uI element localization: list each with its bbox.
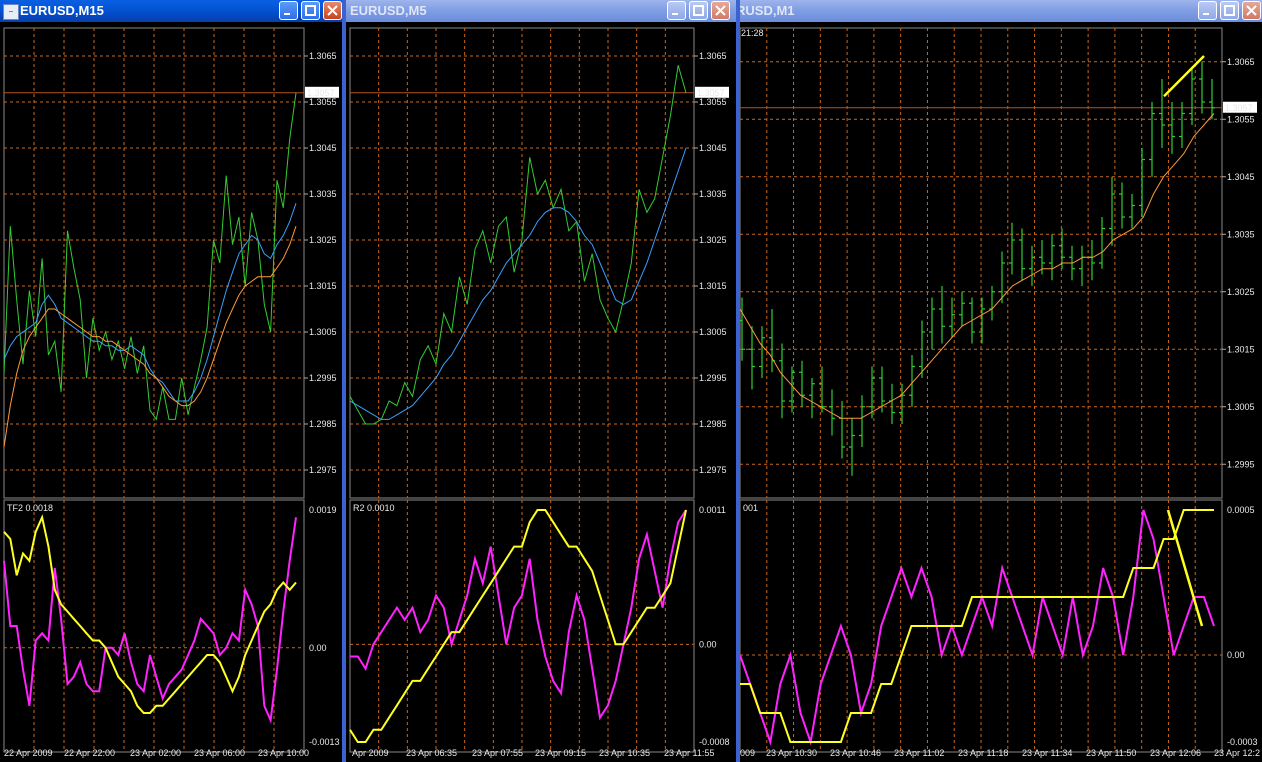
- indicator-name-label: TF2 0.0018: [7, 503, 53, 513]
- time-axis-label: 23 Apr 07:55: [472, 748, 523, 758]
- price-series-line: [3, 226, 297, 448]
- price-axis-label: 1.2985: [309, 419, 337, 429]
- window-titlebar[interactable]: RUSD,M1: [736, 0, 1262, 22]
- indicator-axis-label: 0.00: [309, 643, 327, 653]
- time-axis-label: 23 Apr 12:2: [1214, 748, 1260, 758]
- price-axis-label: 1.2985: [699, 419, 727, 429]
- close-button[interactable]: [323, 1, 342, 20]
- minimize-button[interactable]: [279, 1, 298, 20]
- price-axis-label: 1.3005: [699, 327, 727, 337]
- indicator-name-label: 001: [743, 503, 758, 513]
- price-axis-label: 1.3045: [699, 143, 727, 153]
- chart-area[interactable]: 1.3065 1.3055 1.3045 1.3035 1.3025 1.3015 1.30…: [0, 22, 346, 762]
- time-axis-label: 009: [740, 748, 755, 758]
- time-axis-label: 23 Apr 10:00: [258, 748, 309, 758]
- indicator-axis-label: -0.0013: [309, 737, 340, 747]
- indicator-series-line: [3, 514, 297, 714]
- price-series-line: [349, 147, 687, 420]
- price-axis-label: 1.2995: [699, 373, 727, 383]
- price-axis-label: 1.2995: [309, 373, 337, 383]
- chart-window-eurusd-m15[interactable]: ~ EURUSD,M15 1.3065 1.3055 1.3045 1.3035 1.3…: [0, 0, 346, 762]
- chart-area[interactable]: 1.3065 1.3055 1.3045 1.3035 1.3025 1.3015 1.30…: [346, 22, 736, 762]
- maximize-button[interactable]: [689, 1, 708, 20]
- time-axis-label: 23 Apr 02:00: [130, 748, 181, 758]
- maximize-button[interactable]: [1220, 1, 1239, 20]
- price-axis-label: 1.2975: [699, 465, 727, 475]
- time-axis-label: 23 Apr 11:02: [894, 748, 944, 758]
- price-axis-label: 1.3045: [1227, 172, 1255, 182]
- price-axis-label: 1.3025: [699, 235, 727, 245]
- price-axis-label: 1.3015: [1227, 344, 1255, 354]
- chart-window-eurusd-m1[interactable]: RUSD,M1 1.3065 1.3055 1.3045 1.3035 1.3025 1.…: [736, 0, 1262, 762]
- price-axis-label: 1.3005: [309, 327, 337, 337]
- current-price-label: 1.3057: [1225, 103, 1253, 113]
- trendline-indicator: [1166, 509, 1204, 627]
- price-axis-label: 1.3025: [309, 235, 337, 245]
- window-title: EURUSD,M5: [350, 3, 427, 18]
- price-series-line: [3, 203, 297, 402]
- window-titlebar[interactable]: ~ EURUSD,M15: [0, 0, 346, 22]
- price-axis-label: 1.3065: [309, 51, 337, 61]
- minimize-button[interactable]: [1198, 1, 1217, 20]
- time-axis-label: 23 Apr 10:35: [599, 748, 650, 758]
- time-axis-label: 22 Apr 22:00: [64, 748, 115, 758]
- minimize-button[interactable]: [667, 1, 686, 20]
- indicator-axis-label: 0.0019: [309, 505, 337, 515]
- window-title: EURUSD,M15: [20, 3, 104, 18]
- price-axis-label: 1.3055: [1227, 114, 1255, 124]
- time-axis-label: 23 Apr 11:18: [958, 748, 1008, 758]
- time-axis-label: 23 Apr 09:15: [535, 748, 586, 758]
- window-title: RUSD,M1: [736, 3, 795, 18]
- indicator-axis-label: 0.00: [699, 639, 717, 649]
- current-price-label: 1.3057: [697, 88, 725, 98]
- price-series-line: [3, 92, 297, 421]
- price-axis-label: 1.3015: [309, 281, 337, 291]
- chart-area[interactable]: 1.3065 1.3055 1.3045 1.3035 1.3025 1.3015 1.30…: [736, 22, 1262, 762]
- time-corner-label: 21:28: [741, 28, 764, 38]
- indicator-name-label: R2 0.0010: [353, 503, 395, 513]
- window-border: [736, 0, 740, 762]
- close-button[interactable]: [711, 1, 730, 20]
- indicator-axis-label: -0.0008: [699, 737, 730, 747]
- price-axis-label: 1.3055: [699, 97, 727, 107]
- time-axis-label: 23 Apr 11:55: [664, 748, 714, 758]
- price-axis-label: 1.3045: [309, 143, 337, 153]
- window-titlebar[interactable]: EURUSD,M5: [346, 0, 736, 22]
- price-axis-label: 1.3035: [1227, 229, 1255, 239]
- chart-window-icon: ~: [3, 4, 19, 20]
- time-axis-label: 23 Apr 06:35: [406, 748, 457, 758]
- time-axis-label: 23 Apr 11:34: [1022, 748, 1072, 758]
- price-axis-label: 1.3055: [309, 97, 337, 107]
- price-axis-label: 1.3015: [699, 281, 727, 291]
- indicator-axis-label: -0.0003: [1227, 737, 1258, 747]
- indicator-series-line: [739, 509, 1215, 746]
- indicator-axis-label: 0.00: [1227, 650, 1245, 660]
- close-button[interactable]: [1242, 1, 1261, 20]
- price-axis-label: 1.3025: [1227, 287, 1255, 297]
- price-axis-label: 1.3065: [699, 51, 727, 61]
- price-axis-label: 1.3005: [1227, 402, 1255, 412]
- price-axis-label: 1.3065: [1227, 57, 1255, 67]
- indicator-series-line: [349, 509, 687, 743]
- price-series-line: [349, 65, 687, 425]
- price-axis-label: 1.2995: [1227, 459, 1255, 469]
- indicator-series-line: [350, 509, 687, 721]
- indicator-axis-label: 0.0005: [1227, 505, 1255, 515]
- time-axis-label: 23 Apr 06:00: [194, 748, 245, 758]
- indicator-axis-label: 0.0011: [699, 505, 726, 515]
- time-axis-label: 23 Apr 12:06: [1150, 748, 1201, 758]
- time-axis-label: 23 Apr 11:50: [1086, 748, 1136, 758]
- chart-window-eurusd-m5[interactable]: EURUSD,M5 1.3065 1.3055 1.3045 1.3035 1.3025…: [346, 0, 736, 762]
- current-price-label: 1.3057: [307, 88, 335, 98]
- time-axis-label: 23 Apr 10:30: [766, 748, 817, 758]
- indicator-series-line: [740, 509, 1214, 743]
- time-axis-label: Apr 2009: [352, 748, 389, 758]
- price-axis-label: 1.3035: [699, 189, 727, 199]
- time-axis-label: 22 Apr 2009: [4, 748, 53, 758]
- price-axis-label: 1.2975: [309, 465, 337, 475]
- time-axis-label: 23 Apr 10:46: [830, 748, 881, 758]
- price-axis-label: 1.3035: [309, 189, 337, 199]
- desktop: ~ EURUSD,M15 1.3065 1.3055 1.3045 1.3035 1.3…: [0, 0, 1262, 762]
- maximize-button[interactable]: [301, 1, 320, 20]
